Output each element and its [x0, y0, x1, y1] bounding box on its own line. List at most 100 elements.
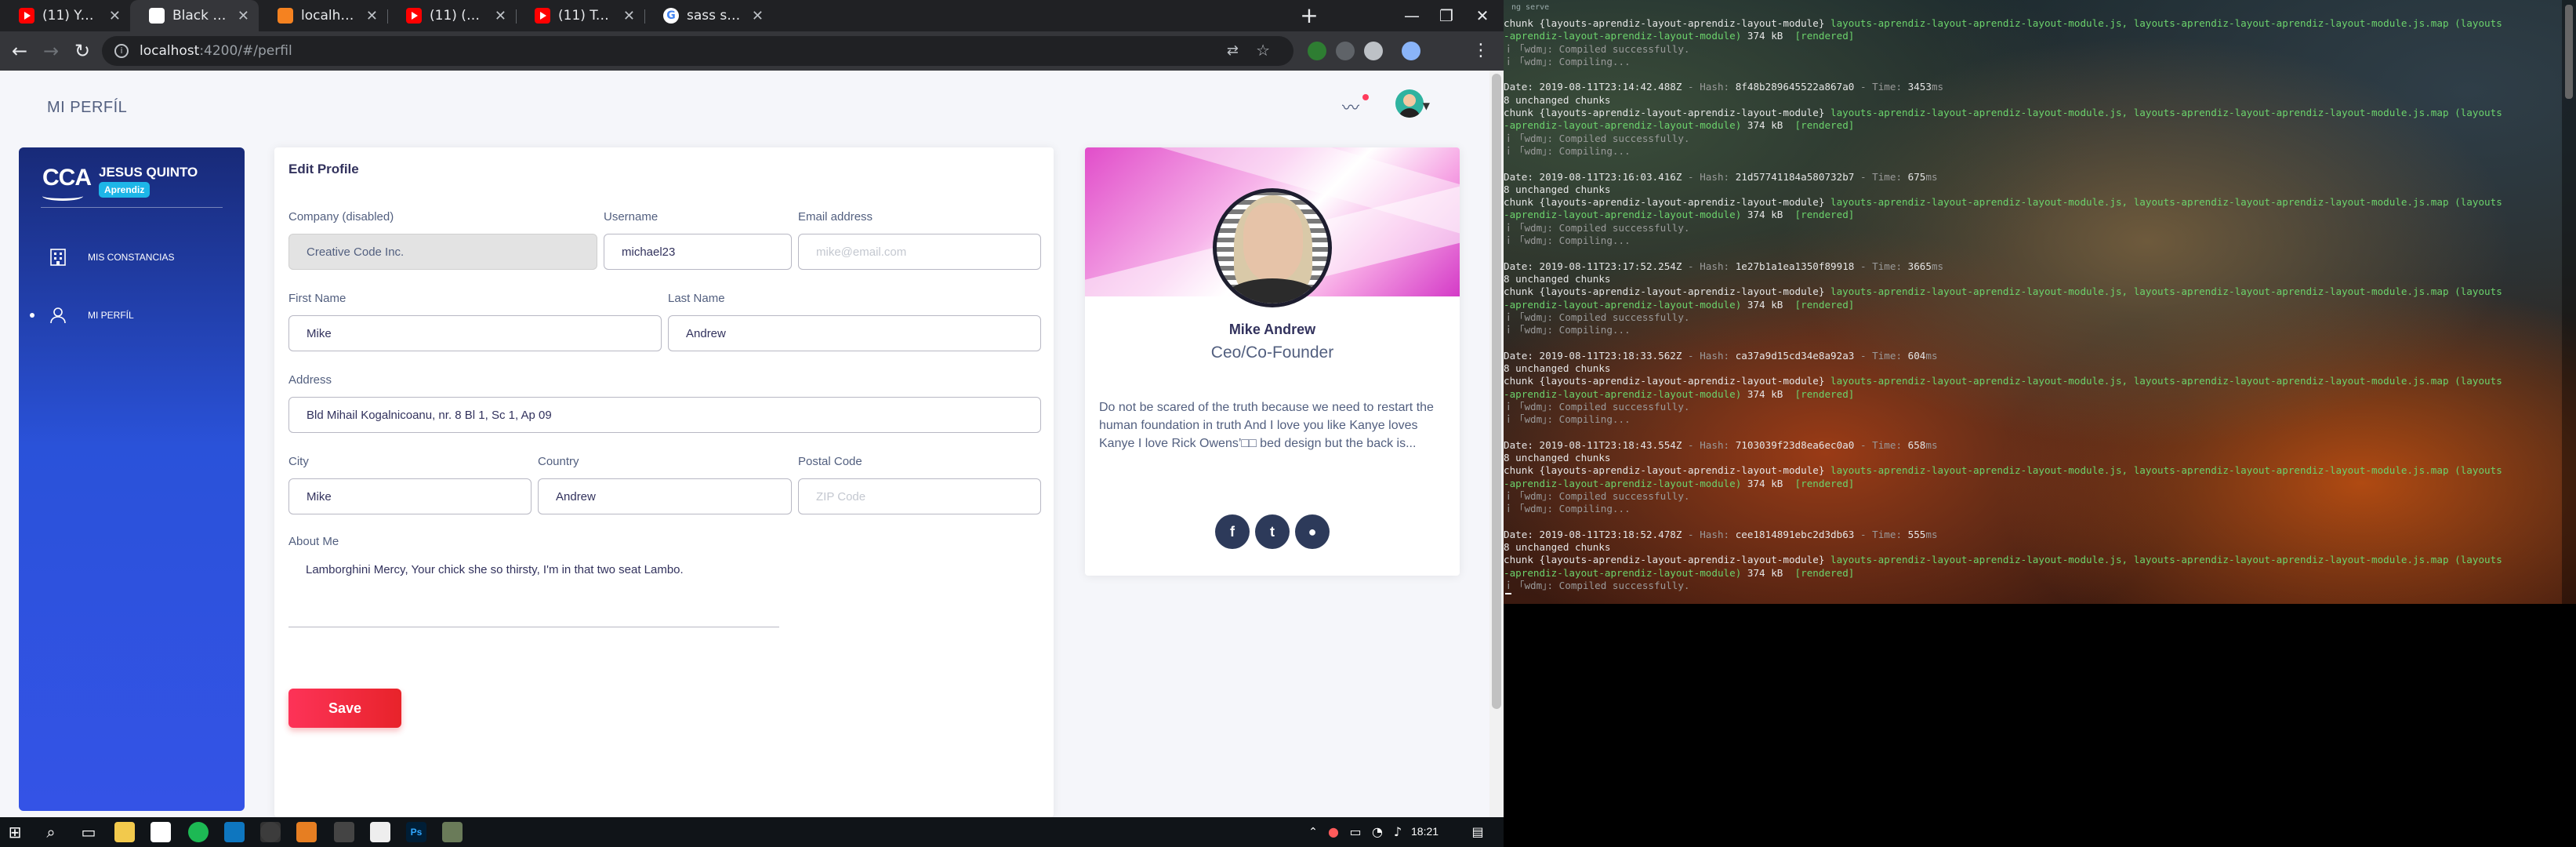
tab-todo-de-cabeza[interactable]: (11) Todo de Cabeza - Kaleth ✕ [516, 0, 644, 31]
terminal-line: 8 unchanged chunks [1504, 93, 1611, 106]
terminal-line: Date: 2019-08-11T23:18:43.554Z - Hash: 7… [1504, 438, 1938, 451]
terminal-line: ｉ ｢wdm｣: Compiled successfully. [1504, 132, 1690, 144]
clock[interactable]: 18:21 [1411, 825, 1439, 838]
battery-icon[interactable]: ▭ [1344, 820, 1367, 844]
notification-icon[interactable]: ● [1322, 820, 1345, 844]
task-view-icon[interactable]: ▭ [77, 820, 100, 844]
terminal-window[interactable]: ng serve chunk {layouts-aprendiz-layout-… [1504, 0, 2576, 817]
file-explorer-icon[interactable] [114, 822, 135, 842]
notifications-pulse-icon[interactable]: 〰 [1342, 94, 1369, 118]
store-icon[interactable] [151, 822, 171, 842]
terminal-line: Date: 2019-08-11T23:14:42.488Z - Hash: 8… [1504, 81, 1944, 93]
vscode-icon[interactable] [224, 822, 245, 842]
about-me-textarea[interactable]: Lamborghini Mercy, Your chick she so thi… [288, 555, 779, 627]
reload-button[interactable]: ↻ [69, 38, 96, 64]
browser-toolbar: ← → ↻ i localhost:4200/#/perfil ⇄ ☆ ⋮ [0, 31, 1504, 71]
app-icon[interactable] [442, 822, 463, 842]
profile-avatar-icon[interactable] [1402, 42, 1420, 60]
volume-icon[interactable]: ♪ [1386, 820, 1410, 844]
facebook-icon: f [1230, 524, 1235, 540]
tab-youtube[interactable]: (11) YouTube ✕ [0, 0, 130, 31]
save-button[interactable]: Save [288, 689, 401, 728]
terminal-line: ｉ ｢wdm｣: Compiling... [1504, 413, 1631, 426]
logo-swoosh [42, 191, 83, 201]
sidebar-item-mis-constancias[interactable]: MIS CONSTANCIAS [19, 242, 245, 273]
youtube-icon [19, 8, 34, 24]
first-name-label: First Name [288, 292, 346, 305]
country-label: Country [538, 455, 579, 468]
terminal-app-icon[interactable] [334, 822, 354, 842]
windows-start-icon[interactable]: ⊞ [3, 820, 27, 844]
email-label: Email address [798, 210, 873, 224]
user-menu-button[interactable]: ▼ [1395, 89, 1430, 121]
username-label: Username [604, 210, 659, 224]
about-me-label: About Me [288, 535, 339, 548]
terminal-line: Date: 2019-08-11T23:16:03.416Z - Hash: 2… [1504, 170, 1938, 183]
last-name-field[interactable] [668, 315, 1041, 351]
divider [41, 207, 223, 208]
facebook-button[interactable]: f [1215, 514, 1250, 549]
terminal-cursor [1505, 593, 1511, 594]
phpmyadmin-icon [278, 8, 293, 24]
role-badge: Aprendiz [99, 182, 151, 198]
url-path: :4200/#/perfil [199, 43, 292, 59]
profile-card: Mike Andrew Ceo/Co-Founder Do not be sca… [1085, 147, 1460, 576]
tab-ella-mai[interactable]: (11) (FREE) Ella Mai x Bryson ✕ [387, 0, 516, 31]
tab-phpmyadmin[interactable]: localhost / 127.0.0.1 / cca_sc ✕ [259, 0, 387, 31]
tab-label: (11) (FREE) Ella Mai x Bryson [430, 8, 487, 24]
email-field[interactable] [798, 234, 1041, 270]
postal-code-field[interactable] [798, 478, 1041, 514]
extension-circle-icon[interactable] [1364, 42, 1383, 60]
close-window-button[interactable]: ✕ [1461, 0, 1504, 31]
sidebar-item-label: MIS CONSTANCIAS [88, 252, 175, 263]
page-scrollbar[interactable] [1489, 71, 1504, 817]
notepad-icon[interactable] [370, 822, 390, 842]
bookmark-star-icon[interactable]: ☆ [1256, 41, 1270, 60]
extension-mail-icon[interactable] [1336, 42, 1355, 60]
terminal-line: ｉ ｢wdm｣: Compiled successfully. [1504, 311, 1690, 323]
taskbar-extension [1504, 817, 2576, 847]
terminal-line: 8 unchanged chunks [1504, 183, 1611, 195]
extension-shield-icon[interactable] [1308, 42, 1326, 60]
close-icon[interactable]: ✕ [495, 8, 506, 24]
profile-photo[interactable] [1213, 188, 1332, 307]
close-icon[interactable]: ✕ [366, 8, 378, 24]
scrollbar-thumb[interactable] [1492, 74, 1501, 709]
terminal-scrollbar[interactable] [2562, 0, 2576, 604]
address-field[interactable] [288, 397, 1041, 433]
sidebar-item-label: MI PERFÍL [88, 310, 134, 321]
info-icon[interactable]: i [114, 44, 129, 58]
photoshop-icon[interactable]: Ps [406, 822, 426, 842]
close-icon[interactable]: ✕ [109, 8, 121, 24]
twitter-button[interactable]: t [1255, 514, 1290, 549]
spotify-icon[interactable] [188, 822, 209, 842]
translate-icon[interactable]: ⇄ [1227, 42, 1239, 59]
country-field[interactable] [538, 478, 792, 514]
terminal-line: chunk {layouts-aprendiz-layout-aprendiz-… [1504, 107, 2502, 119]
username-field[interactable] [604, 234, 792, 270]
terminal-line: ｉ ｢wdm｣: Compiling... [1504, 55, 1631, 67]
first-name-field[interactable] [288, 315, 662, 351]
forward-button[interactable]: → [38, 38, 64, 64]
sidebar-user-name: JESUS QUINTO [99, 165, 198, 180]
chrome-icon[interactable] [260, 822, 281, 842]
menu-kebab-icon[interactable]: ⋮ [1468, 38, 1494, 64]
google-icon: ● [1308, 524, 1317, 540]
close-icon[interactable]: ✕ [752, 8, 764, 24]
action-center-icon[interactable]: ▤ [1466, 820, 1489, 844]
tab-black-dashboard[interactable]: Black Dashboard Angular by ✕ [130, 0, 259, 31]
google-button[interactable]: ● [1295, 514, 1330, 549]
sidebar-item-mi-perfil[interactable]: MI PERFÍL [19, 300, 245, 331]
tab-sass-sistema[interactable]: G sass sistema - Buscar con Go ✕ [644, 0, 773, 31]
scrollbar-thumb[interactable] [2565, 5, 2573, 99]
search-icon[interactable]: ⌕ [39, 820, 63, 844]
city-field[interactable] [288, 478, 532, 514]
close-icon[interactable]: ✕ [238, 8, 249, 24]
back-button[interactable]: ← [6, 38, 33, 64]
company-field [288, 234, 597, 270]
close-icon[interactable]: ✕ [623, 8, 635, 24]
xampp-icon[interactable] [296, 822, 317, 842]
youtube-icon [406, 8, 422, 24]
new-tab-button[interactable]: + [1295, 2, 1323, 30]
address-bar[interactable]: i localhost:4200/#/perfil ⇄ ☆ [102, 36, 1293, 66]
